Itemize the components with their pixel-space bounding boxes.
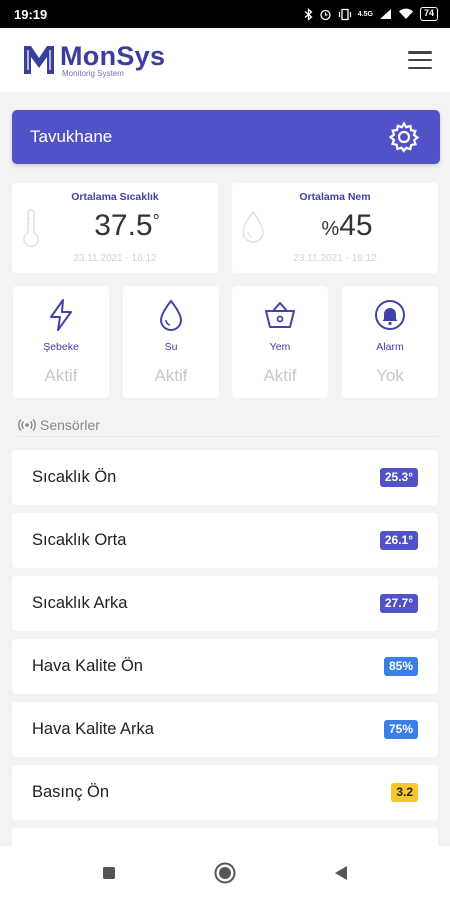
sensor-name: Basınç Ön [32, 783, 110, 801]
status-value-feed: Aktif [263, 366, 297, 385]
sensor-name: Sıcaklık Arka [32, 594, 128, 612]
wifi-icon [398, 8, 413, 19]
sensor-value-badge: 3.2 [391, 783, 418, 802]
sensor-value-badge: 27.7° [379, 594, 418, 613]
water-drop-icon [159, 299, 183, 331]
sensor-name: Hava Kalite Ön [32, 657, 143, 675]
avg-humidity-value: %45 [321, 209, 373, 242]
sensor-name: Sıcaklık Orta [32, 531, 127, 549]
sensor-row[interactable]: Sıcaklık Ön 25.3° [12, 450, 438, 505]
status-icons: 4.5G 74 [304, 7, 438, 21]
status-card-power[interactable]: Şebeke Aktif [13, 286, 109, 398]
status-bar: 19:19 4.5G 74 [0, 0, 450, 28]
cell-signal-icon [379, 9, 391, 19]
basket-icon [265, 302, 295, 328]
sensor-row[interactable]: Sıcaklık Orta 26.1° [12, 513, 438, 568]
app-bar: MonSys Monitorig System [0, 28, 450, 92]
system-nav-bar [0, 846, 450, 900]
status-card-alarm[interactable]: Alarm Yok [342, 286, 438, 398]
status-label-water: Su [164, 341, 178, 353]
brand-subtitle: Monitorig System [62, 68, 124, 78]
hamburger-menu-icon[interactable] [408, 51, 432, 69]
lightning-icon [50, 299, 72, 331]
sensor-value-badge: 26.1° [379, 531, 418, 550]
thermometer-icon [23, 209, 39, 248]
sensor-value-badge: 85% [383, 657, 418, 676]
status-value-alarm: Yok [376, 366, 404, 385]
status-card-feed[interactable]: Yem Aktif [232, 286, 328, 398]
avg-temperature-card: Ortalama Sıcaklık 37.5° 23.11.2021 - 16:… [12, 183, 218, 273]
avg-humidity-time: 23.11.2021 - 16:12 [293, 253, 377, 264]
battery-icon: 74 [419, 7, 438, 21]
bell-icon [375, 300, 405, 330]
alarm-icon [320, 9, 331, 20]
sensor-row[interactable]: Hava Kalite Ön 85% [12, 639, 438, 694]
back-button[interactable] [326, 858, 356, 888]
square-icon [103, 867, 115, 879]
bluetooth-icon [304, 7, 313, 21]
sensor-row[interactable]: Hava Kalite Arka 75% [12, 702, 438, 757]
network-type: 4.5G [357, 10, 373, 18]
brand-name: MonSys [60, 40, 166, 71]
sensor-name: Sıcaklık Ön [32, 468, 117, 486]
sensor-value-badge: 25.3° [379, 468, 418, 487]
back-triangle-icon [335, 866, 347, 880]
farm-header[interactable]: Tavukhane [12, 110, 440, 164]
sensor-row[interactable]: Basınç Ön 3.2 [12, 765, 438, 820]
home-button[interactable] [210, 858, 240, 888]
vibrate-icon [338, 8, 351, 20]
status-time: 19:19 [14, 6, 48, 22]
avg-temperature-value: 37.5° [94, 209, 160, 242]
circle-home-icon [214, 862, 236, 884]
status-label-power: Şebeke [43, 341, 79, 353]
farm-title: Tavukhane [30, 127, 113, 146]
avg-humidity-card: Ortalama Nem %45 23.11.2021 - 16:12 [232, 183, 438, 273]
recent-apps-button[interactable] [94, 858, 124, 888]
status-value-water: Aktif [154, 366, 188, 385]
droplet-icon [242, 210, 264, 243]
avg-temperature-label: Ortalama Sıcaklık [71, 191, 159, 203]
signal-icon [18, 418, 36, 431]
sensor-name: Hava Kalite Arka [32, 720, 154, 738]
status-label-alarm: Alarm [376, 341, 404, 353]
avg-temperature-time: 23.11.2021 - 16:12 [73, 253, 157, 264]
sensors-section-header: Sensörler [18, 413, 438, 437]
status-card-water[interactable]: Su Aktif [123, 286, 219, 398]
sensor-value-badge: 75% [383, 720, 418, 739]
status-value-power: Aktif [44, 366, 78, 385]
sensor-row[interactable]: Sıcaklık Arka 27.7° [12, 576, 438, 631]
brand-logo[interactable]: MonSys Monitorig System [22, 40, 166, 78]
settings-gear-icon[interactable] [388, 121, 420, 153]
sensors-section-title: Sensörler [40, 416, 100, 433]
avg-humidity-label: Ortalama Nem [299, 191, 371, 203]
monsys-logo-icon [24, 46, 54, 74]
status-label-feed: Yem [269, 341, 291, 353]
